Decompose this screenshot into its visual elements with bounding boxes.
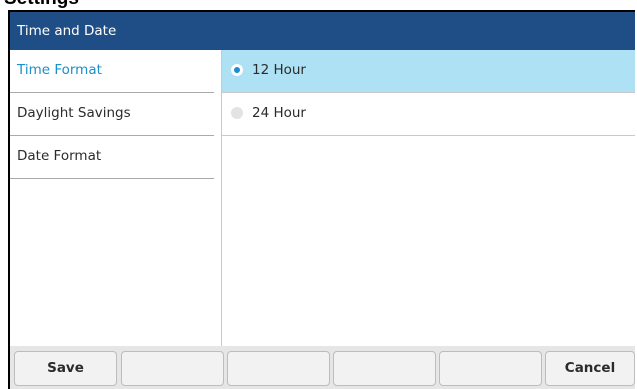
softkey-3-button[interactable] [227, 351, 330, 386]
radio-unselected-icon[interactable] [231, 107, 243, 119]
radio-selected-icon[interactable] [231, 64, 243, 76]
sidebar-item-time-format[interactable]: Time Format [10, 50, 214, 93]
page-heading: Settings [0, 0, 637, 10]
softkey-4-button[interactable] [333, 351, 436, 386]
option-label: 24 Hour [252, 105, 306, 121]
settings-screen: Time Format Daylight Savings Date Format… [10, 50, 635, 346]
softkey-2-button[interactable] [121, 351, 224, 386]
option-24-hour[interactable]: 24 Hour [222, 93, 635, 136]
softkey-bar: Save Cancel [10, 346, 635, 389]
page-heading-text: Settings [4, 0, 79, 10]
sidebar-item-label: Daylight Savings [17, 105, 131, 121]
title-bar: Time and Date [10, 12, 635, 50]
window-title: Time and Date [17, 23, 117, 39]
option-12-hour[interactable]: 12 Hour [222, 50, 635, 93]
cancel-button[interactable]: Cancel [545, 351, 635, 386]
phone-screen-frame: Time and Date Time Format Daylight Savin… [8, 10, 635, 389]
sidebar-item-date-format[interactable]: Date Format [10, 136, 214, 179]
sidebar: Time Format Daylight Savings Date Format [10, 50, 222, 346]
save-button-label: Save [47, 360, 84, 376]
sidebar-item-label: Time Format [17, 62, 102, 78]
sidebar-item-daylight-savings[interactable]: Daylight Savings [10, 93, 214, 136]
save-button[interactable]: Save [14, 351, 117, 386]
option-label: 12 Hour [252, 62, 306, 78]
options-panel: 12 Hour 24 Hour [222, 50, 635, 346]
softkey-5-button[interactable] [439, 351, 542, 386]
cancel-button-label: Cancel [564, 360, 616, 376]
sidebar-item-label: Date Format [17, 148, 102, 164]
